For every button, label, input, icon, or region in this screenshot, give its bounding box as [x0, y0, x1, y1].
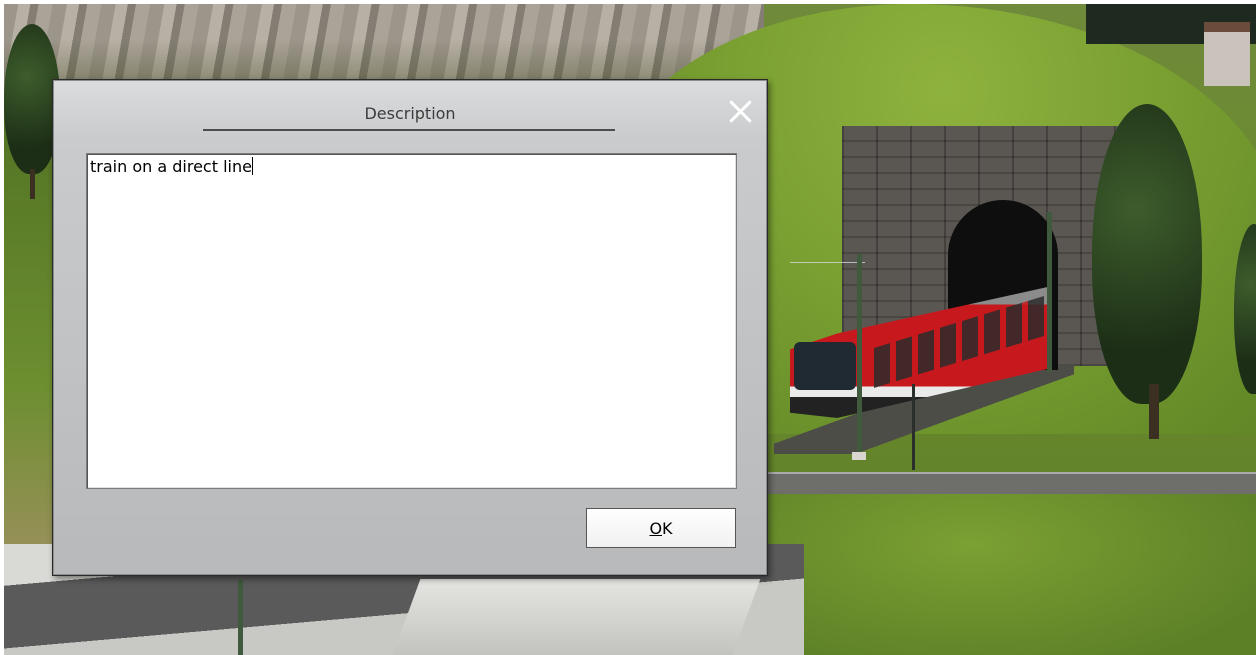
signal-post [912, 384, 915, 470]
text-caret [251, 157, 253, 175]
dialog-title: Description [364, 104, 456, 123]
tree [1092, 104, 1202, 404]
ok-accelerator: O [649, 518, 663, 538]
catenary-pole [238, 580, 243, 655]
description-dialog: Description train on a direct line OK [52, 79, 768, 576]
catenary-pole [1047, 212, 1052, 372]
close-icon[interactable] [725, 96, 755, 126]
ok-label-rest: K [662, 518, 673, 538]
catenary-pole [857, 254, 862, 454]
description-text: train on a direct line [90, 157, 252, 176]
ok-button[interactable]: OK [586, 508, 736, 548]
house [1204, 22, 1250, 86]
train-cab [794, 342, 856, 390]
description-textarea[interactable]: train on a direct line [86, 153, 737, 489]
title-underline [203, 129, 615, 131]
